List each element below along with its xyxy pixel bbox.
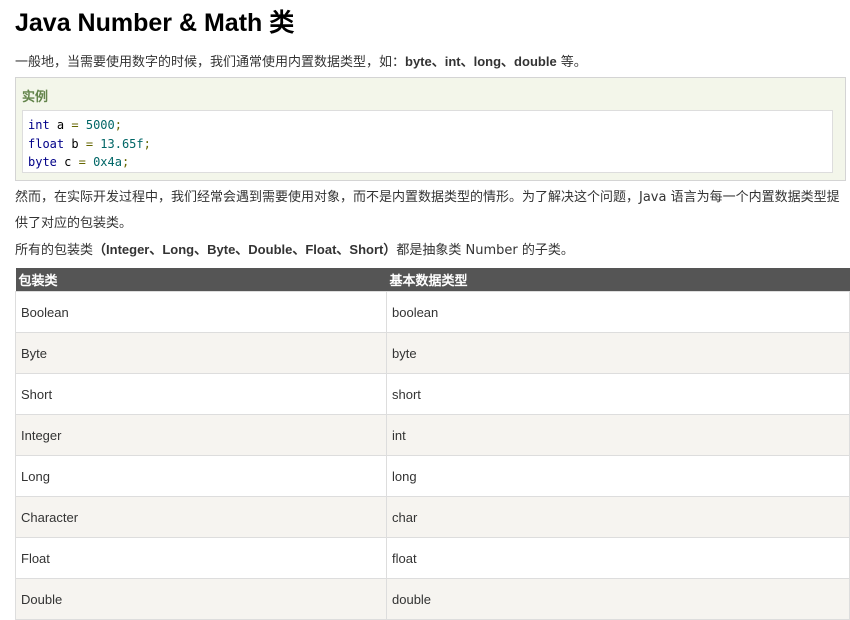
page-title: Java Number & Math 类 — [15, 9, 295, 37]
wrapper-class-cell: Byte — [15, 332, 387, 374]
subclass-paragraph: 所有的包装类（Integer、Long、Byte、Double、Float、Sh… — [15, 237, 835, 264]
header-primitive-type: 基本数据类型 — [386, 268, 850, 292]
subclass-classes: （Integer、Long、Byte、Double、Float、Short） — [93, 242, 397, 257]
code-end: ; — [143, 136, 151, 151]
wrapper-class-cell: Double — [15, 578, 387, 620]
table-row: Character char — [15, 496, 850, 538]
table-row: Integer int — [15, 414, 850, 456]
example-box: 实例 int a = 5000; float b = 13.65f; byte … — [15, 77, 846, 181]
code-op: = — [64, 118, 86, 132]
code-line: float b = 13.65f; — [28, 135, 832, 154]
wrapper-class-cell: Integer — [15, 414, 387, 456]
intro-types: byte、int、long、double — [405, 54, 557, 69]
primitive-type-cell: byte — [386, 332, 850, 374]
code-value: 5000 — [85, 118, 115, 132]
primitive-type-cell: char — [386, 496, 850, 538]
wrapper-class-cell: Short — [15, 373, 387, 415]
code-var: b — [71, 136, 79, 151]
primitive-type-cell: double — [386, 578, 850, 620]
wrapper-class-cell: Character — [15, 496, 387, 538]
intro-text: 一般地，当需要使用数字的时候，我们通常使用内置数据类型，如： — [15, 55, 406, 70]
code-type: int — [28, 118, 50, 132]
intro-paragraph: 一般地，当需要使用数字的时候，我们通常使用内置数据类型，如：byte、int、l… — [15, 52, 835, 73]
table-row: Short short — [15, 373, 850, 415]
primitive-type-cell: short — [386, 373, 850, 415]
code-type: float — [28, 136, 65, 151]
code-end: ; — [114, 118, 122, 132]
primitive-type-cell: int — [386, 414, 850, 456]
table-row: Long long — [15, 455, 850, 497]
code-op: = — [71, 155, 94, 169]
subclass-suffix: 都是抽象类 Number 的子类。 — [396, 243, 574, 258]
intro-suffix: 等。 — [556, 55, 587, 70]
subclass-prefix: 所有的包装类 — [15, 243, 94, 258]
wrapper-class-cell: Long — [15, 455, 387, 497]
code-value: 13.65f — [100, 136, 144, 151]
wrapper-paragraph: 然而，在实际开发过程中，我们经常会遇到需要使用对象，而不是内置数据类型的情形。为… — [15, 190, 840, 231]
primitive-type-cell: long — [386, 455, 850, 497]
code-type: byte — [28, 155, 57, 169]
table-row: Float float — [15, 537, 850, 579]
table-header-row: 包装类 基本数据类型 — [15, 268, 850, 292]
table-row: Byte byte — [15, 332, 850, 374]
code-line: byte c = 0x4a; — [28, 153, 832, 172]
wrapper-class-cell: Float — [15, 537, 387, 579]
article: Java Number & Math 类 一般地，当需要使用数字的时候，我们通常… — [0, 0, 850, 620]
wrapper-table: 包装类 基本数据类型 Boolean boolean Byte byte Short… — [15, 268, 850, 620]
code-block: int a = 5000; float b = 13.65f; byte c =… — [22, 110, 833, 173]
code-line: int a = 5000; — [28, 116, 832, 135]
table-row: Boolean boolean — [15, 291, 850, 333]
example-heading: 实例 — [22, 90, 49, 105]
code-op: = — [78, 136, 101, 151]
wrapper-class-cell: Boolean — [15, 291, 387, 333]
table-row: Double double — [15, 578, 850, 620]
primitive-type-cell: float — [386, 537, 850, 579]
code-value: 0x4a — [93, 155, 122, 169]
header-wrapper-class: 包装类 — [15, 268, 387, 292]
code-end: ; — [121, 155, 130, 169]
primitive-type-cell: boolean — [386, 291, 850, 333]
